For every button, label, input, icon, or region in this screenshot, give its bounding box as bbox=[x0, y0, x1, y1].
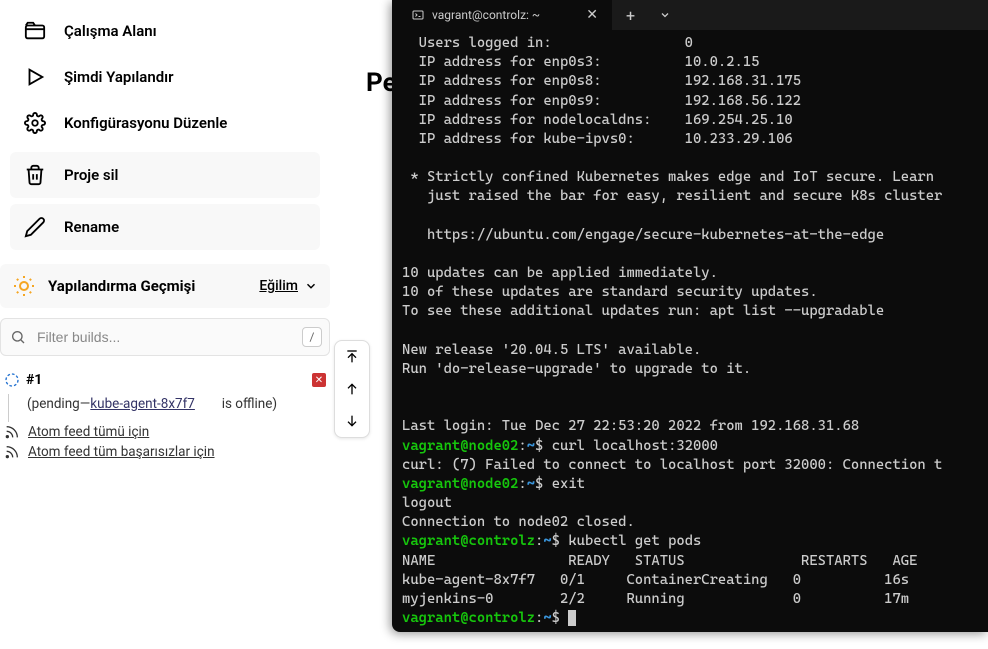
terminal-body[interactable]: Users logged in: 0 IP address for enp0s3… bbox=[392, 30, 988, 632]
offline-text: is offline) bbox=[222, 396, 277, 412]
filter-builds-input[interactable] bbox=[0, 318, 330, 356]
trend-link[interactable]: Eğilim bbox=[259, 278, 318, 294]
sidebar-item-workspace[interactable]: Çalışma Alanı bbox=[0, 8, 330, 54]
trend-label: Eğilim bbox=[259, 278, 298, 294]
arrow-up-bar-icon bbox=[344, 349, 360, 365]
atom-feed-all: Atom feed tümü için bbox=[0, 422, 330, 442]
chevron-down-icon bbox=[659, 9, 671, 21]
sidebar: Çalışma Alanı Şimdi Yapılandır Konfigüra… bbox=[0, 0, 330, 649]
rss-icon bbox=[4, 444, 20, 460]
close-tab-button[interactable]: ✕ bbox=[586, 7, 598, 23]
pencil-icon bbox=[24, 216, 46, 238]
scroll-up-button[interactable] bbox=[335, 373, 369, 405]
sidebar-item-build-now[interactable]: Şimdi Yapılandır bbox=[0, 54, 330, 100]
play-icon bbox=[24, 66, 46, 88]
sidebar-item-label: Konfigürasyonu Düzenle bbox=[64, 114, 227, 132]
build-number: #1 bbox=[26, 372, 42, 388]
atom-feed-failures: Atom feed tüm başarısızlar için bbox=[0, 442, 330, 462]
rename-box: Rename bbox=[10, 204, 320, 250]
filter-builds-wrap: / bbox=[0, 318, 330, 356]
sidebar-item-rename[interactable]: Rename bbox=[10, 204, 320, 250]
arrow-down-icon bbox=[344, 413, 360, 429]
atom-feed-failures-link[interactable]: Atom feed tüm başarısızlar için bbox=[28, 444, 215, 460]
scroll-down-button[interactable] bbox=[335, 405, 369, 437]
trash-icon bbox=[24, 164, 46, 186]
rss-icon bbox=[4, 424, 20, 440]
atom-feed-all-link[interactable]: Atom feed tümü için bbox=[28, 424, 149, 440]
sidebar-item-configure[interactable]: Konfigürasyonu Düzenle bbox=[0, 100, 330, 146]
terminal-window: vagrant@controlz: ~ ✕ + Users logged in:… bbox=[392, 0, 988, 632]
cancel-build-button[interactable]: ✕ bbox=[312, 373, 326, 387]
scroll-controls bbox=[334, 340, 370, 438]
history-title: Yapılandırma Geçmişi bbox=[48, 277, 195, 295]
search-icon bbox=[10, 329, 26, 345]
cursor bbox=[568, 610, 576, 626]
pending-prefix: (pending— bbox=[27, 396, 90, 412]
agent-link[interactable]: kube-agent-8x7f7 bbox=[90, 396, 195, 412]
terminal-tab-title: vagrant@controlz: ~ bbox=[432, 8, 540, 22]
terminal-icon bbox=[412, 9, 424, 21]
build-pending-row: (pending—kube-agent-8x7f7 is offline) bbox=[8, 394, 330, 422]
delete-project-box: Proje sil bbox=[10, 152, 320, 198]
terminal-tab-bar: vagrant@controlz: ~ ✕ + bbox=[392, 0, 988, 30]
sun-icon bbox=[12, 274, 36, 298]
new-tab-button[interactable]: + bbox=[612, 6, 649, 25]
build-history-header: Yapılandırma Geçmişi Eğilim bbox=[0, 264, 330, 308]
terminal-tab[interactable]: vagrant@controlz: ~ ✕ bbox=[392, 0, 612, 30]
shortcut-key: / bbox=[302, 327, 322, 347]
sidebar-item-label: Proje sil bbox=[64, 166, 118, 184]
folder-icon bbox=[24, 20, 46, 42]
gear-icon bbox=[24, 112, 46, 134]
build-row[interactable]: #1 ✕ bbox=[0, 366, 330, 394]
pending-icon bbox=[4, 372, 20, 388]
arrow-up-icon bbox=[344, 381, 360, 397]
sidebar-item-label: Şimdi Yapılandır bbox=[64, 68, 174, 86]
scroll-top-button[interactable] bbox=[335, 341, 369, 373]
tab-dropdown-button[interactable] bbox=[649, 6, 681, 25]
chevron-down-icon bbox=[304, 279, 318, 293]
sidebar-item-label: Çalışma Alanı bbox=[64, 22, 157, 40]
sidebar-item-label: Rename bbox=[64, 218, 119, 236]
sidebar-item-delete[interactable]: Proje sil bbox=[10, 152, 320, 198]
